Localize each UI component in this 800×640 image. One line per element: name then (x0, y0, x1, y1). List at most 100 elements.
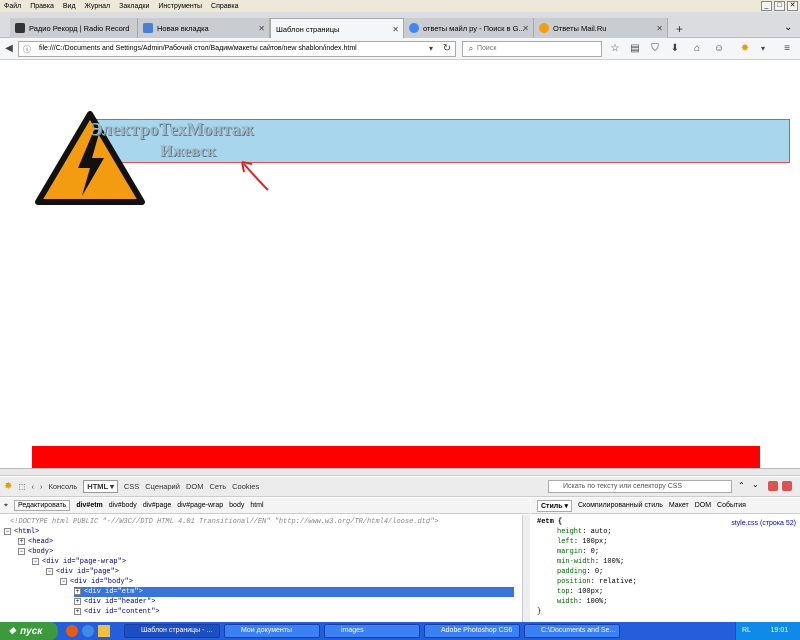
tab-radio-record[interactable]: Радио Рекорд | Radio Record (10, 18, 138, 38)
close-button[interactable]: ✕ (787, 1, 798, 11)
back-icon[interactable]: ◀ (2, 42, 16, 56)
breadcrumb-item[interactable]: div#etm (76, 502, 102, 509)
tab-console[interactable]: Консоль (48, 482, 77, 491)
chat-icon[interactable]: ☺ (712, 42, 726, 56)
html-node[interactable]: − <div id="body"> (60, 577, 133, 587)
address-bar[interactable]: file:///C:/Documents and Settings/Admin/… (18, 41, 456, 57)
tab-computed[interactable]: Скомпилированный стиль (578, 502, 663, 509)
folder-quicklaunch-icon[interactable] (98, 625, 110, 637)
menu-tools[interactable]: Инструменты (158, 3, 202, 10)
language-indicator[interactable]: RL (742, 627, 751, 634)
tab-events[interactable]: События (717, 502, 746, 509)
html-node[interactable]: + <div id="header"> (74, 597, 155, 607)
html-tree-scrollbar[interactable] (522, 515, 530, 623)
firebug-dropdown-icon[interactable]: ▾ (756, 42, 770, 56)
css-property[interactable]: left: 100px; (557, 537, 607, 547)
tab-dom[interactable]: DOM (186, 482, 204, 491)
start-button[interactable]: ❖ пуск (0, 622, 58, 640)
css-property[interactable]: top: 100px; (557, 587, 603, 597)
search-next-icon[interactable]: ⌄ (752, 480, 759, 489)
downloads-icon[interactable]: ⬇ (668, 42, 682, 56)
close-tab-icon[interactable]: ✕ (392, 25, 399, 34)
css-property[interactable]: position: relative; (557, 577, 637, 587)
reading-list-icon[interactable]: ▤ (628, 42, 642, 56)
firebug-minimize-button[interactable] (768, 481, 778, 491)
tab-css[interactable]: CSS (124, 482, 139, 491)
firebug-logo-icon[interactable]: ✸ (4, 481, 12, 492)
dropdown-icon[interactable]: ▾ (424, 42, 438, 56)
site-info-icon[interactable]: ⓘ (20, 43, 34, 57)
menu-view[interactable]: Вид (63, 3, 76, 10)
task-my-documents[interactable]: Мои документы (224, 624, 320, 638)
task-explorer-path[interactable]: C:\Documents and Se... (524, 624, 620, 638)
list-tabs-icon[interactable]: ⌄ (784, 22, 792, 33)
html-node[interactable]: − <div id="page"> (46, 567, 119, 577)
firebug-icon[interactable]: ✸ (738, 42, 752, 56)
breadcrumb-item[interactable]: div#page (143, 502, 171, 509)
close-tab-icon[interactable]: ✕ (258, 24, 265, 33)
expand-icon[interactable]: + (18, 537, 25, 545)
collapse-icon[interactable]: − (46, 567, 53, 575)
home-icon[interactable]: ⌂ (690, 42, 704, 56)
tab-script[interactable]: Сценарий (145, 482, 180, 491)
html-node[interactable]: <!DOCTYPE html PUBLIC "-//W3C//DTD HTML … (10, 517, 438, 527)
prev-icon[interactable]: ‹ (31, 482, 34, 491)
css-source-link[interactable]: style.css (строка 52) (731, 520, 796, 527)
new-tab-button[interactable]: + (676, 22, 683, 36)
menu-icon[interactable]: ≡ (780, 42, 794, 56)
search-input[interactable]: Поиск (462, 41, 602, 57)
tab-template-page[interactable]: Шаблон страницы ✕ (270, 18, 404, 39)
inspect-element-icon[interactable]: ⌖ (4, 502, 8, 510)
css-property[interactable]: margin: 0; (557, 547, 599, 557)
expand-icon[interactable]: + (74, 607, 81, 615)
html-node-selected[interactable]: + <div id="etm"> (74, 587, 514, 597)
breadcrumb-item[interactable]: div#page-wrap (177, 502, 223, 509)
pocket-icon[interactable]: ⛉ (648, 42, 662, 56)
minimize-button[interactable]: _ (761, 1, 772, 11)
tab-net[interactable]: Сеть (209, 482, 226, 491)
breadcrumb-item[interactable]: html (250, 502, 263, 509)
tab-cookies[interactable]: Cookies (232, 482, 259, 491)
css-property[interactable]: min-width: 100%; (557, 557, 624, 567)
task-photoshop[interactable]: Adobe Photoshop CS6 (424, 624, 520, 638)
collapse-icon[interactable]: − (18, 547, 25, 555)
collapse-icon[interactable]: − (60, 577, 67, 585)
firebug-search-input[interactable]: Искать по тексту или селектору CSS (548, 480, 732, 493)
inspect-icon[interactable]: ⬚ (18, 482, 25, 491)
menu-file[interactable]: Файл (4, 3, 21, 10)
edit-button[interactable]: Редактировать (13, 500, 71, 511)
tab-mail-answers[interactable]: Ответы Mail.Ru ✕ (534, 18, 668, 38)
tab-google-search[interactable]: ответы майл ру - Поиск в G... ✕ (404, 18, 534, 38)
tab-html[interactable]: HTML ▾ (83, 480, 118, 493)
tab-side-dom[interactable]: DOM (695, 502, 711, 509)
html-node[interactable]: − <body> (18, 547, 53, 557)
breadcrumb-item[interactable]: body (229, 502, 244, 509)
html-node[interactable]: + <head> (18, 537, 53, 547)
ie-quicklaunch-icon[interactable] (82, 625, 94, 637)
tab-style[interactable]: Стиль ▾ (537, 499, 572, 512)
html-node[interactable]: − <div id="page-wrap"> (32, 557, 126, 567)
collapse-icon[interactable]: − (4, 527, 11, 535)
task-images[interactable]: images (324, 624, 420, 638)
css-selector[interactable]: #etm { (537, 517, 562, 527)
menu-edit[interactable]: Правка (30, 3, 54, 10)
firefox-quicklaunch-icon[interactable] (66, 625, 78, 637)
maximize-button[interactable]: □ (774, 1, 785, 11)
html-node[interactable]: − <html> (4, 527, 39, 537)
devtools-splitter[interactable] (0, 468, 800, 476)
menu-history[interactable]: Журнал (85, 3, 111, 10)
tab-new[interactable]: Новая вкладка ✕ (138, 18, 270, 38)
tab-layout[interactable]: Макет (669, 502, 689, 509)
css-property[interactable]: height: auto; (557, 527, 612, 537)
search-prev-icon[interactable]: ⌃ (738, 481, 745, 490)
menu-help[interactable]: Справка (211, 3, 238, 10)
next-icon[interactable]: › (40, 482, 43, 491)
collapse-icon[interactable]: − (32, 557, 39, 565)
css-property[interactable]: width: 100%; (557, 597, 607, 607)
task-template-page[interactable]: Шаблон страницы - ... (124, 624, 220, 638)
breadcrumb-item[interactable]: div#body (109, 502, 137, 509)
reload-icon[interactable]: ↻ (440, 42, 454, 56)
expand-icon[interactable]: + (74, 597, 81, 605)
expand-icon[interactable]: + (74, 587, 81, 595)
menu-bookmarks[interactable]: Закладки (119, 3, 149, 10)
